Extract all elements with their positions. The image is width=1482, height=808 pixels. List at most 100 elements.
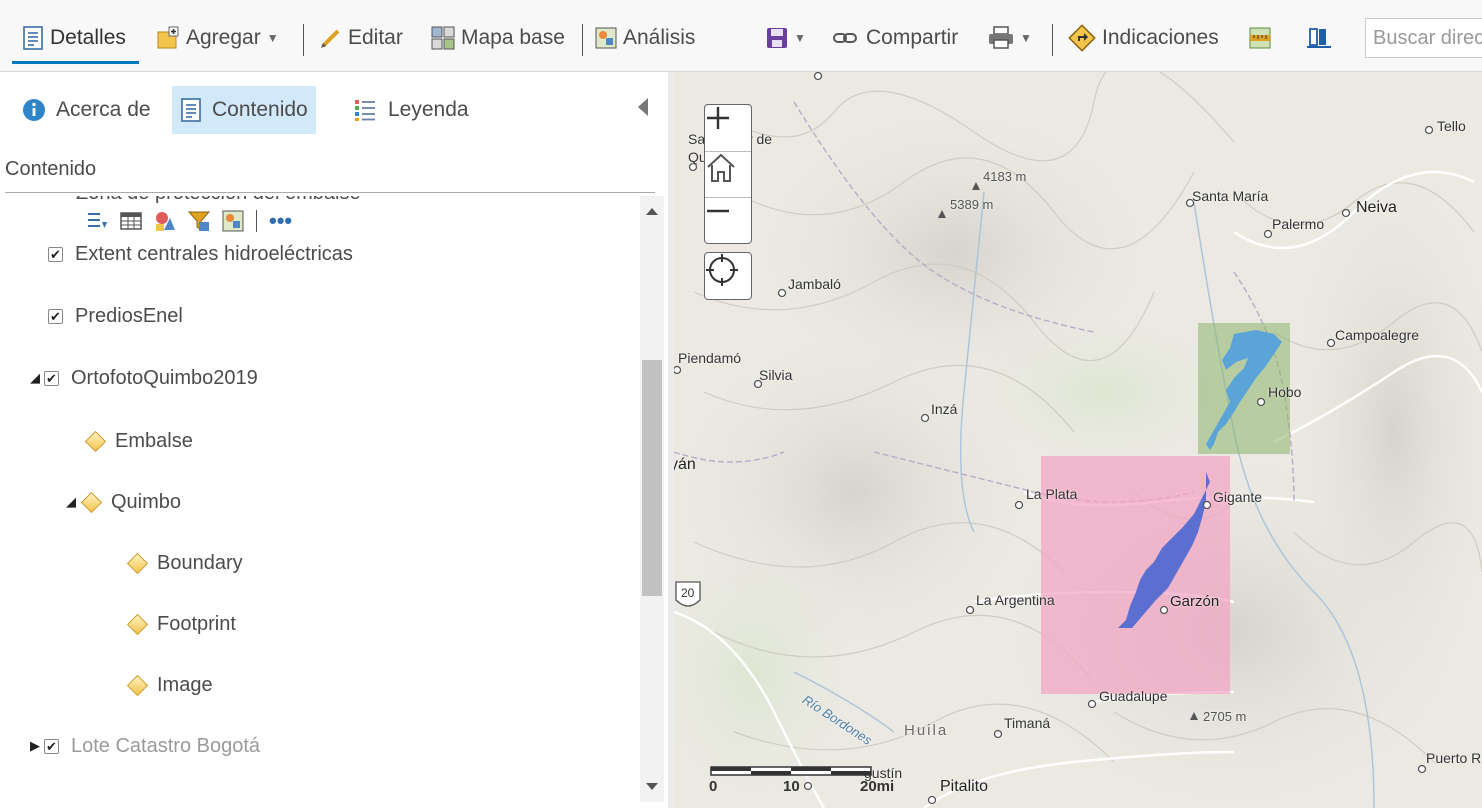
contents-panel: Acerca de Contenido Leyenda Contenido Zo… xyxy=(0,72,668,808)
add-layer-icon xyxy=(157,26,179,49)
directions-button[interactable]: Indicaciones xyxy=(1068,22,1219,54)
analysis-icon[interactable] xyxy=(222,210,244,232)
save-icon xyxy=(767,28,787,48)
section-divider xyxy=(5,192,655,193)
basemap-label: Mapa base xyxy=(461,26,565,49)
measure-icon xyxy=(1249,27,1271,49)
crosshair-icon xyxy=(706,254,738,286)
layer-list-scrollbar[interactable] xyxy=(640,196,664,802)
edit-button[interactable]: Editar xyxy=(320,22,403,54)
expanded-caret-icon[interactable]: ◢ xyxy=(30,370,44,386)
layer-visibility-checkbox[interactable]: ✔ xyxy=(44,738,59,754)
printer-icon xyxy=(989,26,1013,49)
sublayer-item-label: Footprint xyxy=(157,612,236,635)
extent-pink-polygon xyxy=(1041,456,1230,694)
basemap-button[interactable]: Mapa base xyxy=(431,22,565,54)
change-style-icon[interactable] xyxy=(154,210,176,232)
layer-item-label-partial: Zona de protección del embalse xyxy=(76,196,361,205)
analysis-button[interactable]: Análisis xyxy=(595,22,695,54)
info-icon xyxy=(23,99,45,121)
sublayer-item-image[interactable]: Image xyxy=(126,665,213,705)
basemap-icon xyxy=(431,26,455,50)
sublayer-item-embalse[interactable]: Embalse xyxy=(84,421,193,461)
layer-list: Zona de protección del embalse xyxy=(0,196,640,802)
layer-details-icon[interactable] xyxy=(86,210,108,232)
sublayer-item-label: Image xyxy=(157,673,213,696)
zoom-out-button[interactable] xyxy=(705,197,751,243)
expanded-caret-icon[interactable]: ◢ xyxy=(66,494,80,510)
print-button[interactable]: ▼ xyxy=(988,22,1032,54)
share-button[interactable]: Compartir xyxy=(832,22,958,54)
tab-about[interactable]: Acerca de xyxy=(14,86,159,134)
table-icon[interactable] xyxy=(120,210,142,232)
basemap-terrain xyxy=(674,72,1482,808)
toolbar-separator xyxy=(1052,24,1053,56)
layer-item-predios[interactable]: ✔ PrediosEnel xyxy=(48,296,183,336)
collapse-panel-icon[interactable] xyxy=(638,98,648,116)
scrollbar-thumb[interactable] xyxy=(642,360,662,596)
layer-item-extent[interactable]: ✔ Extent centrales hidroeléctricas xyxy=(48,234,353,274)
sublayer-item-label: Boundary xyxy=(157,551,243,574)
main-toolbar: Detalles Agregar ▼ Editar Mapa base Anál… xyxy=(0,0,1482,72)
tab-contents[interactable]: Contenido xyxy=(172,86,316,134)
layer-visibility-checkbox[interactable]: ✔ xyxy=(44,370,59,386)
details-button[interactable]: Detalles xyxy=(22,22,126,54)
toolbar-separator xyxy=(303,24,304,56)
layer-visibility-checkbox[interactable]: ✔ xyxy=(48,246,63,262)
directions-icon xyxy=(1068,24,1096,52)
measure-button[interactable] xyxy=(1248,22,1272,54)
sublayer-item-boundary[interactable]: Boundary xyxy=(126,543,243,583)
section-title: Contenido xyxy=(5,158,97,180)
legend-icon xyxy=(355,100,375,121)
map-view[interactable]: Santander de Quilichao Santa María Paler… xyxy=(674,72,1482,808)
sublayer-item-quimbo[interactable]: ◢ Quimbo xyxy=(66,482,181,522)
locate-button[interactable] xyxy=(704,252,752,300)
sublayer-item-footprint[interactable]: Footprint xyxy=(126,604,236,644)
collapsed-caret-icon[interactable]: ▶ xyxy=(30,738,44,754)
analysis-label: Análisis xyxy=(623,26,696,49)
active-tab-indicator xyxy=(12,61,139,64)
zoom-controls xyxy=(704,104,752,244)
layer-item-label: Lote Catastro Bogotá xyxy=(71,734,261,757)
pencil-icon xyxy=(321,29,340,48)
highway-shield xyxy=(675,581,701,607)
image-service-icon xyxy=(80,491,103,513)
layer-item-lote-catastro[interactable]: ▶ ✔ Lote Catastro Bogotá xyxy=(30,726,260,766)
home-button[interactable] xyxy=(705,151,751,197)
image-service-icon xyxy=(126,674,149,696)
image-service-icon xyxy=(126,613,149,635)
tab-legend[interactable]: Leyenda xyxy=(346,86,477,134)
minus-icon xyxy=(707,209,729,213)
scale-label: 0 xyxy=(709,778,718,795)
address-search-input[interactable]: Buscar direc xyxy=(1365,18,1482,58)
edit-label: Editar xyxy=(348,26,403,49)
chevron-down-icon: ▼ xyxy=(266,31,279,45)
layer-visibility-checkbox[interactable]: ✔ xyxy=(48,308,63,324)
scroll-up-icon[interactable] xyxy=(646,208,658,215)
plus-icon xyxy=(707,107,729,129)
details-label: Detalles xyxy=(50,26,126,49)
contents-icon xyxy=(181,98,201,122)
layer-item-label: OrtofotoQuimbo2019 xyxy=(71,366,258,389)
home-icon xyxy=(707,153,735,182)
scroll-down-icon[interactable] xyxy=(646,783,658,790)
save-button[interactable]: ▼ xyxy=(766,22,806,54)
bookmarks-button[interactable] xyxy=(1306,22,1332,54)
chevron-down-icon: ▼ xyxy=(1020,31,1032,45)
directions-label: Indicaciones xyxy=(1102,26,1219,49)
chevron-down-icon: ▼ xyxy=(794,31,806,45)
bookmark-icon xyxy=(1307,28,1331,48)
layer-item-label: Extent centrales hidroeléctricas xyxy=(75,242,353,265)
zoom-in-button[interactable] xyxy=(705,105,751,151)
layer-item-label: PrediosEnel xyxy=(75,304,183,327)
details-icon xyxy=(23,26,43,50)
filter-icon[interactable] xyxy=(188,210,210,232)
scale-label: 10 xyxy=(783,778,800,795)
sublayer-item-label: Embalse xyxy=(115,429,193,452)
layer-item-ortofoto[interactable]: ◢ ✔ OrtofotoQuimbo2019 xyxy=(30,358,258,398)
tools-separator xyxy=(256,210,257,232)
tab-contents-label: Contenido xyxy=(212,98,308,121)
more-options-icon[interactable]: ••• xyxy=(269,210,292,232)
tab-legend-label: Leyenda xyxy=(388,98,469,121)
add-button[interactable]: Agregar ▼ xyxy=(156,22,279,54)
